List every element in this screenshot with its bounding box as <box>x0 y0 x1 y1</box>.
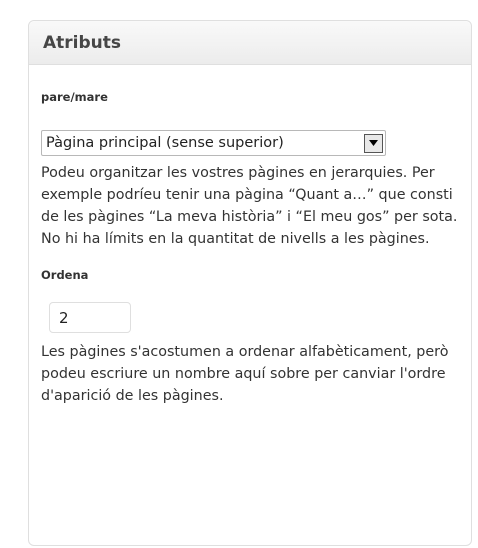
order-help-text: Les pàgines s'acostumen a ordenar alfabè… <box>41 344 449 404</box>
box-title: Atributs <box>43 32 122 53</box>
chevron-down-icon-glyph <box>369 140 378 146</box>
page-attributes-box: Atributs pare/mare Pàgina principal (sen… <box>28 20 472 546</box>
order-label: Ordena <box>41 268 89 282</box>
chevron-down-icon[interactable] <box>364 133 383 153</box>
parent-select[interactable]: Pàgina principal (sense superior) <box>41 130 386 156</box>
box-content: pare/mare Pàgina principal (sense superi… <box>29 90 471 407</box>
menu-order-input[interactable] <box>49 302 131 333</box>
parent-select-value: Pàgina principal (sense superior) <box>46 135 284 151</box>
parent-label: pare/mare <box>41 90 108 104</box>
parent-help-text: Podeu organitzar les vostres pàgines en … <box>41 165 458 247</box>
box-header[interactable]: Atributs <box>29 21 471 65</box>
